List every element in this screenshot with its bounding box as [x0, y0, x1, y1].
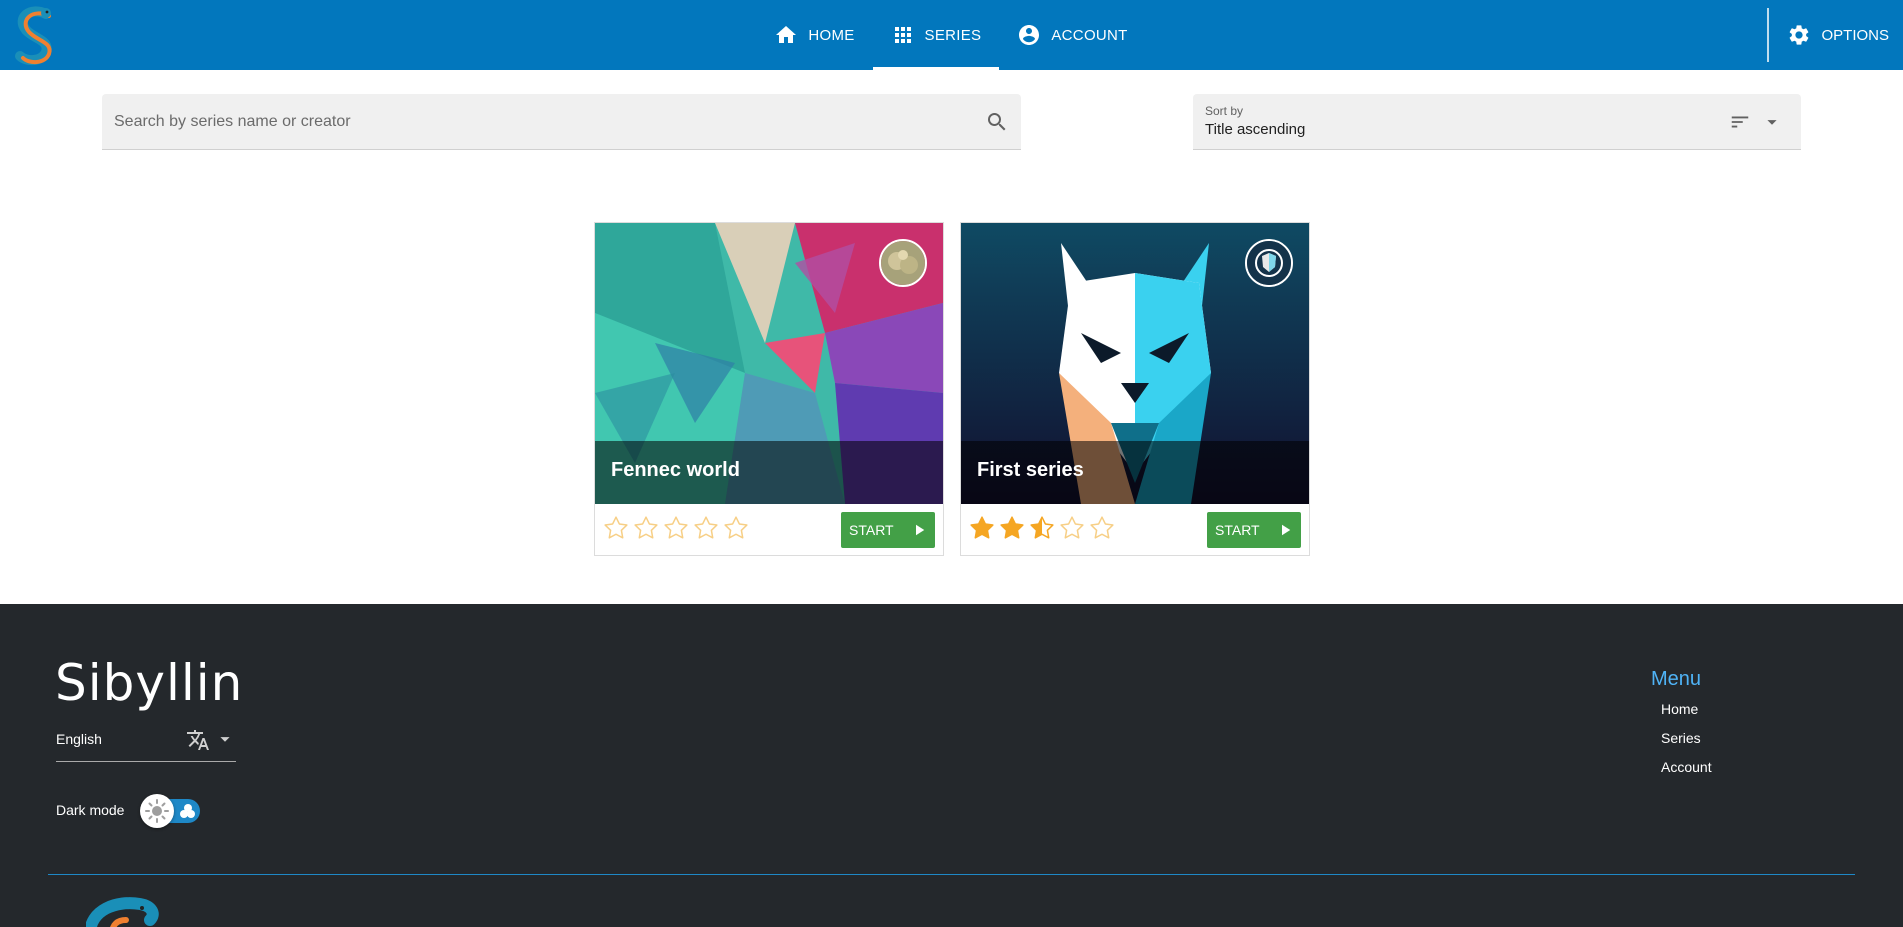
sun-icon	[145, 799, 170, 823]
footer-menu-title: Menu	[1651, 668, 1702, 690]
dark-mode-toggle[interactable]	[140, 794, 202, 828]
options-label: OPTIONS	[1821, 26, 1889, 44]
play-icon	[915, 524, 924, 536]
nav-account[interactable]: ACCOUNT	[999, 0, 1145, 70]
nav-home-label: HOME	[808, 26, 855, 44]
nav-series[interactable]: SERIES	[872, 0, 1000, 70]
card-title-bar: Fennec world	[595, 441, 943, 504]
apps-grid-icon	[894, 27, 911, 43]
star-icon[interactable]	[663, 515, 689, 541]
search-icon[interactable]	[985, 110, 1009, 134]
series-title: Fennec world	[611, 459, 740, 481]
language-select[interactable]: English	[56, 716, 236, 762]
footer-link-account[interactable]: Account	[1661, 759, 1712, 775]
translate-icon	[187, 730, 209, 750]
series-cover-image[interactable]: First series	[961, 223, 1309, 504]
start-button[interactable]: START	[1207, 512, 1301, 548]
sort-value: Title ascending	[1205, 121, 1306, 138]
rating-stars[interactable]	[603, 515, 749, 541]
language-value: English	[56, 731, 102, 747]
play-icon	[1281, 524, 1290, 536]
footer-divider	[48, 874, 1855, 875]
sort-select[interactable]: Sort by Title ascending	[1193, 94, 1801, 150]
start-label: START	[1215, 522, 1260, 538]
sort-lines-icon	[1731, 116, 1749, 128]
star-icon[interactable]	[603, 515, 629, 541]
nav-series-label: SERIES	[924, 26, 982, 44]
account-circle-icon	[1019, 25, 1040, 45]
footer-logo	[86, 897, 159, 927]
chevron-down-icon	[1767, 120, 1777, 125]
footer-menu: Menu Home Series Account	[1651, 668, 1712, 788]
star-icon[interactable]	[693, 515, 719, 541]
star-icon[interactable]	[633, 515, 659, 541]
series-card[interactable]: Fennec world START	[594, 222, 944, 556]
series-card[interactable]: First series START	[960, 222, 1310, 556]
series-cover-image[interactable]: Fennec world	[595, 223, 943, 504]
card-title-bar: First series	[961, 441, 1309, 504]
dark-mode-label: Dark mode	[56, 802, 125, 818]
footer-link-series[interactable]: Series	[1661, 730, 1712, 746]
rating-stars[interactable]	[969, 515, 1115, 541]
footer-link-home[interactable]: Home	[1661, 701, 1712, 717]
nav-home[interactable]: HOME	[756, 0, 872, 70]
sort-label: Sort by	[1205, 104, 1244, 118]
brand-name: Sibyllin	[55, 654, 244, 712]
sibyllin-logo[interactable]	[10, 4, 62, 66]
star-icon[interactable]	[1059, 515, 1085, 541]
star-icon[interactable]	[999, 515, 1025, 541]
star-icon[interactable]	[723, 515, 749, 541]
toggle-knob	[140, 794, 175, 828]
options-button[interactable]: OPTIONS	[1767, 8, 1903, 62]
start-button[interactable]: START	[841, 512, 935, 548]
star-icon[interactable]	[1029, 515, 1055, 541]
chevron-down-icon	[220, 737, 230, 742]
nav-account-label: ACCOUNT	[1051, 26, 1128, 44]
footer: Sibyllin English Dark mode Menu Home Ser…	[0, 604, 1903, 927]
star-icon[interactable]	[1089, 515, 1115, 541]
home-icon	[776, 26, 797, 43]
creator-avatar[interactable]	[879, 239, 927, 287]
search-input[interactable]	[114, 94, 974, 150]
search-field[interactable]	[102, 94, 1021, 150]
creator-avatar[interactable]	[1245, 239, 1293, 287]
start-label: START	[849, 522, 894, 538]
star-icon[interactable]	[969, 515, 995, 541]
gear-icon	[1790, 25, 1809, 45]
dark-mode-row: Dark mode	[56, 794, 202, 828]
series-title: First series	[977, 459, 1084, 481]
top-app-bar: HOME SERIES ACCOUNT OPTIONS	[0, 0, 1903, 70]
